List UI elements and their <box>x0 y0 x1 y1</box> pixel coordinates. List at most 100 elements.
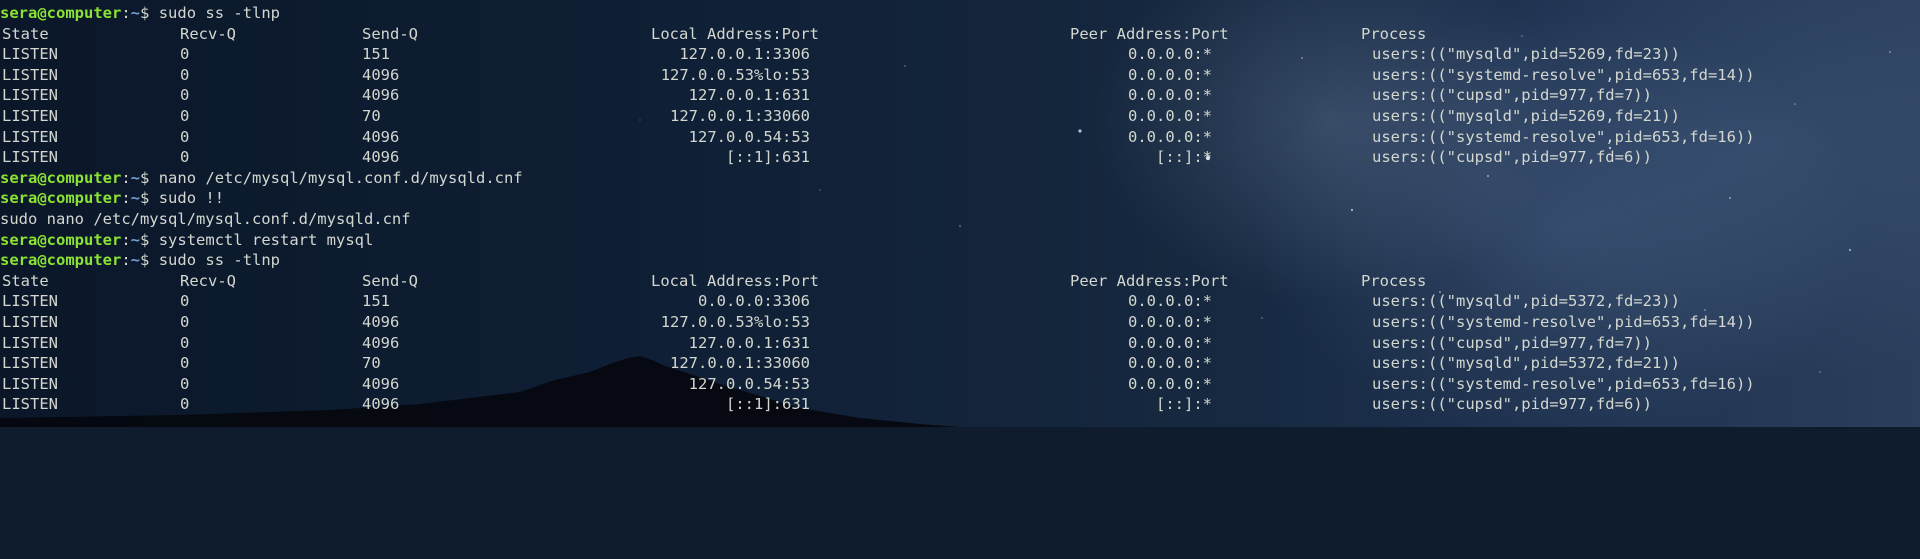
cell-peer-address: 0.0.0.0:* <box>1128 127 1212 146</box>
socket-row: LISTEN 0 151 0.0.0.0:3306 0.0.0.0:* user… <box>0 291 1920 312</box>
cell-recv-q: 0 <box>180 333 190 352</box>
prompt-separator: : <box>121 168 131 187</box>
header-peer-address: Peer Address:Port <box>1070 24 1229 43</box>
socket-row: LISTEN 0 4096 127.0.0.53%lo:53 0.0.0.0:*… <box>0 65 1920 86</box>
prompt-line: sera@computer:~$ sudo ss -tlnp <box>0 250 1920 271</box>
prompt-line: sera@computer:~$ sudo !! <box>0 188 1920 209</box>
header-recv-q: Recv-Q <box>180 24 236 43</box>
socket-row: LISTEN 0 4096 127.0.0.53%lo:53 0.0.0.0:*… <box>0 312 1920 333</box>
cell-send-q: 4096 <box>362 333 400 352</box>
cell-state: LISTEN <box>2 65 58 84</box>
cell-local-address: 127.0.0.54:53 <box>688 374 810 393</box>
cell-local-address: [::1]:631 <box>726 148 810 167</box>
socket-row: LISTEN 0 70 127.0.0.1:33060 0.0.0.0:* us… <box>0 106 1920 127</box>
cell-local-address: 127.0.0.53%lo:53 <box>660 312 810 331</box>
prompt-symbol: $ <box>140 4 150 22</box>
cell-process: users:(("cupsd",pid=977,fd=6)) <box>1372 148 1652 167</box>
cell-process: users:(("systemd-resolve",pid=653,fd=16)… <box>1372 374 1755 393</box>
terminal-output[interactable]: sera@computer:~$ sudo ss -tlnp State Rec… <box>0 3 1920 427</box>
ss-header-row: State Recv-Q Send-Q Local Address:Port P… <box>0 24 1920 45</box>
socket-row: LISTEN 0 4096 127.0.0.54:53 0.0.0.0:* us… <box>0 127 1920 148</box>
cell-process: users:(("systemd-resolve",pid=653,fd=16)… <box>1372 127 1755 146</box>
prompt-separator: : <box>121 189 131 208</box>
cell-state: LISTEN <box>2 374 58 393</box>
cell-peer-address: 0.0.0.0:* <box>1128 86 1212 105</box>
cell-send-q: 4096 <box>362 395 400 414</box>
cell-process: users:(("cupsd",pid=977,fd=7)) <box>1372 333 1652 352</box>
cell-process: users:(("systemd-resolve",pid=653,fd=14)… <box>1372 312 1755 331</box>
cell-peer-address: 0.0.0.0:* <box>1128 374 1212 393</box>
cell-process: users:(("mysqld",pid=5372,fd=21)) <box>1372 354 1680 373</box>
cell-local-address: 0.0.0.0:3306 <box>698 292 810 311</box>
cell-process: users:(("mysqld",pid=5269,fd=23)) <box>1372 45 1680 64</box>
prompt-line: sera@computer:~$ sudo ss -tlnp <box>0 3 1920 24</box>
cell-send-q: 70 <box>362 106 381 125</box>
cell-local-address: 127.0.0.1:631 <box>688 333 810 352</box>
cell-recv-q: 0 <box>180 148 190 167</box>
header-state: State <box>2 24 49 43</box>
cell-peer-address: 0.0.0.0:* <box>1128 354 1212 373</box>
cell-state: LISTEN <box>2 395 58 414</box>
command-echo: sudo nano /etc/mysql/mysql.conf.d/mysqld… <box>0 209 411 228</box>
cell-send-q: 151 <box>362 292 390 311</box>
cell-recv-q: 0 <box>180 354 190 373</box>
cell-state: LISTEN <box>2 333 58 352</box>
cell-process: users:(("cupsd",pid=977,fd=7)) <box>1372 86 1652 105</box>
cell-local-address: 127.0.0.53%lo:53 <box>660 65 810 84</box>
command-text: nano /etc/mysql/mysql.conf.d/mysqld.cnf <box>158 168 523 187</box>
socket-row: LISTEN 0 4096 127.0.0.1:631 0.0.0.0:* us… <box>0 85 1920 106</box>
prompt-symbol: $ <box>140 189 150 208</box>
header-peer-address: Peer Address:Port <box>1070 271 1229 290</box>
cell-peer-address: [::]:* <box>1156 148 1212 167</box>
prompt-separator: : <box>121 4 131 22</box>
cell-state: LISTEN <box>2 354 58 373</box>
command-text: sudo ss -tlnp <box>158 4 281 22</box>
cell-local-address: 127.0.0.54:53 <box>688 127 810 146</box>
prompt-user-host: sera@computer <box>0 251 122 270</box>
command-text: sudo ss -tlnp <box>158 251 281 270</box>
cell-peer-address: 0.0.0.0:* <box>1128 65 1212 84</box>
prompt-line: sera@computer:~$ systemctl restart mysql <box>0 230 1920 251</box>
cell-peer-address: [::]:* <box>1156 395 1212 414</box>
cell-local-address: [::1]:631 <box>726 395 810 414</box>
cell-state: LISTEN <box>2 127 58 146</box>
ss-header-row: State Recv-Q Send-Q Local Address:Port P… <box>0 271 1920 292</box>
prompt-path: ~ <box>130 189 141 208</box>
cell-process: users:(("mysqld",pid=5372,fd=23)) <box>1372 292 1680 311</box>
cell-recv-q: 0 <box>180 292 190 311</box>
socket-row: LISTEN 0 4096 [::1]:631 [::]:* users:(("… <box>0 147 1920 168</box>
prompt-symbol: $ <box>140 230 150 249</box>
command-echo-line: sudo nano /etc/mysql/mysql.conf.d/mysqld… <box>0 209 1920 230</box>
cell-state: LISTEN <box>2 148 58 167</box>
prompt-path: ~ <box>130 230 141 249</box>
prompt-symbol: $ <box>140 251 150 270</box>
socket-row: LISTEN 0 4096 127.0.0.1:631 0.0.0.0:* us… <box>0 333 1920 354</box>
cell-send-q: 4096 <box>362 127 400 146</box>
cell-send-q: 4096 <box>362 148 400 167</box>
command-text: systemctl restart mysql <box>158 230 374 249</box>
socket-row: LISTEN 0 4096 [::1]:631 [::]:* users:(("… <box>0 394 1920 415</box>
prompt-line: sera@computer:~$ nano /etc/mysql/mysql.c… <box>0 168 1920 189</box>
cell-peer-address: 0.0.0.0:* <box>1128 312 1212 331</box>
cell-state: LISTEN <box>2 45 58 64</box>
prompt-user-host: sera@computer <box>0 230 122 249</box>
cell-peer-address: 0.0.0.0:* <box>1128 45 1212 64</box>
cell-local-address: 127.0.0.1:33060 <box>670 106 810 125</box>
command-text: sudo !! <box>158 189 225 208</box>
header-process: Process <box>1361 271 1427 290</box>
prompt-path: ~ <box>130 251 141 270</box>
cell-state: LISTEN <box>2 312 58 331</box>
header-recv-q: Recv-Q <box>180 271 236 290</box>
prompt-separator: : <box>121 251 131 270</box>
cell-local-address: 127.0.0.1:3306 <box>679 45 810 64</box>
header-process: Process <box>1361 24 1427 43</box>
cell-peer-address: 0.0.0.0:* <box>1128 333 1212 352</box>
cell-state: LISTEN <box>2 292 58 311</box>
prompt-user-host: sera@computer <box>0 4 122 22</box>
cell-send-q: 4096 <box>362 312 400 331</box>
cell-send-q: 4096 <box>362 65 400 84</box>
header-send-q: Send-Q <box>362 24 418 43</box>
cell-peer-address: 0.0.0.0:* <box>1128 292 1212 311</box>
cell-send-q: 151 <box>362 45 390 64</box>
socket-row: LISTEN 0 4096 127.0.0.54:53 0.0.0.0:* us… <box>0 374 1920 395</box>
